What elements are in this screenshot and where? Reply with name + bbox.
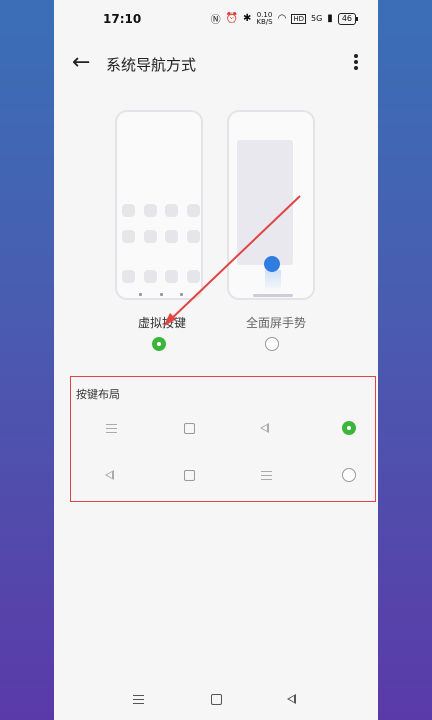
- battery-indicator: 46: [337, 12, 359, 25]
- nav-menu-icon[interactable]: [133, 695, 144, 707]
- menu-icon: [106, 424, 117, 436]
- virtual-keys-preview[interactable]: [115, 110, 203, 300]
- radio-layout-1[interactable]: [342, 421, 356, 435]
- section-title-key-layout: 按键布局: [76, 388, 120, 401]
- more-vertical-icon[interactable]: [354, 54, 358, 72]
- nav-back-icon[interactable]: [287, 694, 296, 704]
- app-bar: ← 系统导航方式: [54, 48, 378, 80]
- radio-gestures[interactable]: [265, 337, 279, 351]
- system-nav-bar: [54, 690, 378, 710]
- status-bar: 17:10 Ⓝ ⏰ ✱ 0.10 KB/S ◠ HD 5G ▮ 46: [54, 0, 378, 40]
- status-time: 17:10: [103, 12, 142, 26]
- app-icon-grid: [122, 204, 200, 256]
- signal-label: 5G: [311, 14, 323, 23]
- touch-point-icon: [264, 256, 280, 272]
- mini-nav-keys: [139, 293, 183, 296]
- nfc-icon: Ⓝ: [210, 15, 221, 26]
- nav-home-icon[interactable]: [211, 694, 222, 705]
- signal-icon: ▮: [327, 13, 333, 24]
- square-icon: [184, 423, 195, 434]
- gesture-bar: [253, 294, 293, 297]
- hd-badge: HD: [291, 13, 306, 24]
- arrow-left-icon[interactable]: ←: [72, 51, 90, 75]
- app-card: [237, 140, 293, 265]
- back-triangle-icon: [105, 470, 114, 480]
- gesture-preview[interactable]: [227, 110, 315, 300]
- bluetooth-icon: ✱: [243, 13, 252, 24]
- menu-icon: [261, 471, 272, 483]
- status-icons: Ⓝ ⏰ ✱ 0.10 KB/S ◠ HD 5G ▮ 46: [210, 11, 359, 26]
- alarm-icon: ⏰: [225, 13, 239, 24]
- page-title: 系统导航方式: [106, 56, 197, 74]
- dock-icons: [122, 270, 200, 283]
- back-triangle-icon: [260, 423, 269, 433]
- radio-virtual-keys[interactable]: [152, 337, 166, 351]
- swipe-trail: [265, 270, 281, 292]
- wifi-icon: ◠: [277, 13, 287, 24]
- net-speed: 0.10 KB/S: [256, 11, 273, 26]
- net-speed-unit: KB/S: [256, 17, 273, 26]
- option-label-virtual-keys[interactable]: 虚拟按键: [138, 314, 186, 331]
- square-icon: [184, 470, 195, 481]
- radio-layout-2[interactable]: [342, 468, 356, 482]
- option-label-gestures[interactable]: 全面屏手势: [246, 314, 306, 331]
- phone-screen: 17:10 Ⓝ ⏰ ✱ 0.10 KB/S ◠ HD 5G ▮ 46 ← 系统导…: [54, 0, 378, 720]
